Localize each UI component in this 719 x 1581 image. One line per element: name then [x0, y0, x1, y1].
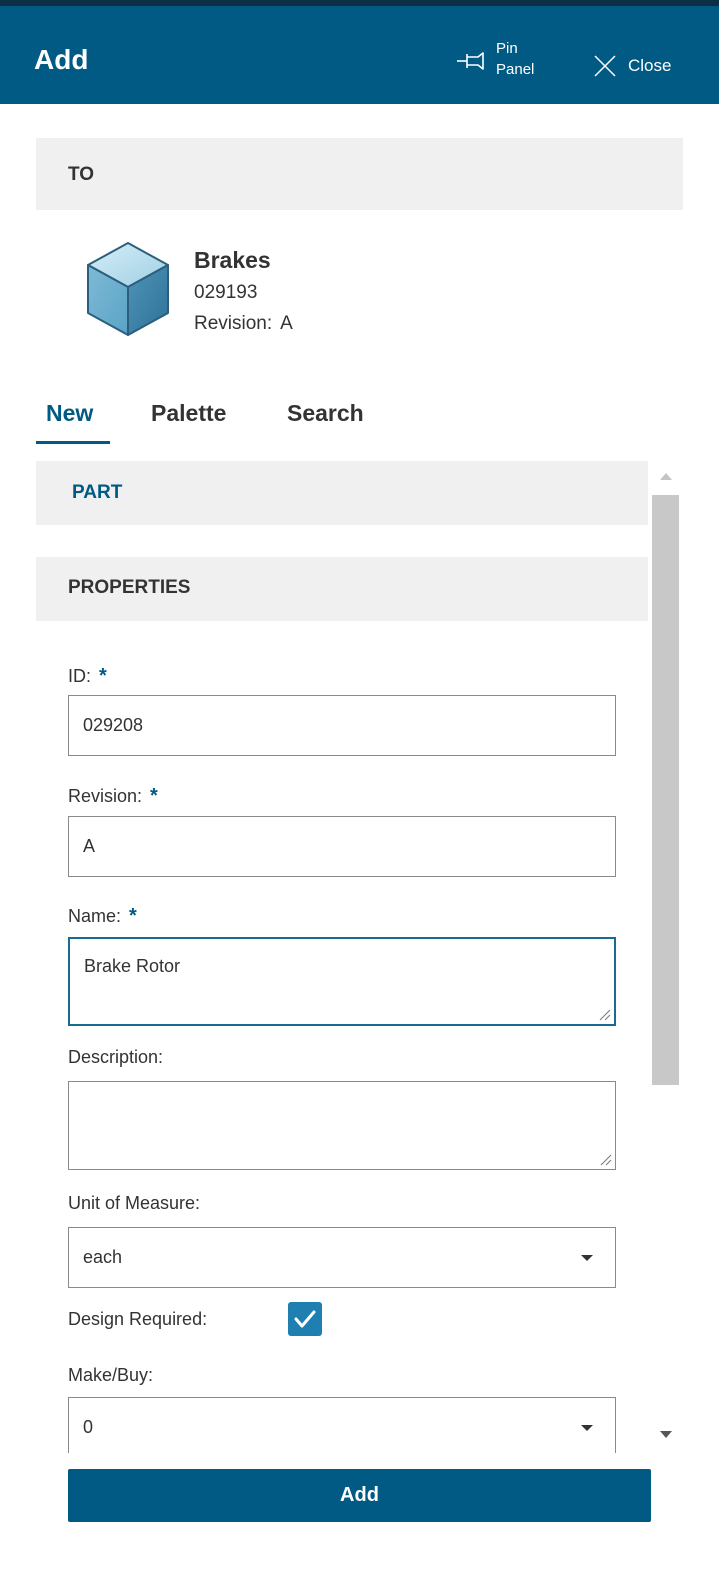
name-label-text: Name:	[68, 906, 122, 926]
make-buy-value: 0	[83, 1417, 94, 1437]
tab-palette[interactable]: Palette	[151, 400, 226, 427]
pin-label-line1: Pin	[496, 40, 518, 57]
close-icon	[594, 55, 616, 77]
cube-icon	[87, 242, 169, 336]
panel-title: Add	[34, 44, 89, 75]
chevron-down-icon	[581, 1425, 593, 1431]
tab-new[interactable]: New	[46, 400, 93, 427]
design-required-label: Design Required:	[68, 1309, 208, 1329]
properties-section-label: PROPERTIES	[68, 577, 191, 598]
revision-input[interactable]: A	[68, 816, 616, 877]
part-section-header[interactable]: PART	[36, 461, 648, 525]
make-buy-select[interactable]: 0	[68, 1397, 616, 1453]
item-name: Brakes	[194, 247, 271, 273]
name-textarea-value: Brake Rotor	[84, 956, 181, 976]
form-scroll-area[interactable]: PART PROPERTIES ID: * 029208 Revision: * A…	[36, 461, 683, 1453]
make-buy-label: Make/Buy:	[68, 1365, 154, 1385]
to-section-header: TO	[36, 138, 683, 210]
id-label: ID: *	[68, 665, 107, 688]
item-revision: Revision: A	[194, 313, 293, 335]
active-tab-indicator	[36, 441, 110, 444]
name-required-marker: *	[129, 905, 137, 927]
unit-of-measure-value: each	[83, 1247, 123, 1267]
scroll-down-arrow-icon[interactable]	[660, 1431, 672, 1438]
to-label: TO	[68, 164, 95, 185]
name-textarea[interactable]: Brake Rotor	[68, 937, 616, 1026]
part-section-label: PART	[72, 482, 123, 503]
scrollbar-thumb[interactable]	[652, 495, 679, 1085]
description-label: Description:	[68, 1047, 164, 1067]
revision-label-text: Revision:	[68, 786, 143, 806]
design-required-checkbox[interactable]	[288, 1302, 322, 1336]
id-required-marker: *	[99, 665, 107, 687]
chevron-down-icon	[581, 1255, 593, 1261]
id-input[interactable]: 029208	[68, 695, 616, 756]
revision-required-marker: *	[150, 785, 158, 807]
close-label: Close	[628, 56, 672, 75]
id-label-text: ID:	[68, 666, 92, 686]
revision-label: Revision: *	[68, 785, 158, 808]
scroll-up-arrow-icon[interactable]	[660, 473, 672, 480]
vertical-scrollbar[interactable]	[650, 461, 682, 1453]
unit-of-measure-select[interactable]: each	[68, 1227, 616, 1288]
add-button[interactable]: Add	[68, 1469, 651, 1522]
pin-panel-label: Pin Panel	[496, 38, 534, 80]
pin-label-line2: Panel	[496, 61, 535, 78]
tab-search[interactable]: Search	[287, 400, 364, 427]
resize-grip-icon[interactable]	[598, 1152, 612, 1166]
pin-icon	[457, 52, 484, 70]
pin-panel-button[interactable]: Pin Panel	[456, 38, 556, 88]
item-revision-value: A	[280, 313, 293, 334]
name-label: Name: *	[68, 905, 137, 928]
panel-header: Add Pin Panel Close	[0, 0, 719, 104]
close-button[interactable]: Close	[590, 50, 700, 82]
unit-of-measure-label: Unit of Measure:	[68, 1193, 201, 1213]
item-revision-label: Revision:	[194, 313, 273, 334]
description-textarea[interactable]	[68, 1081, 616, 1170]
properties-section-header: PROPERTIES	[36, 557, 648, 621]
checkmark-icon	[294, 1310, 316, 1328]
item-number: 029193	[194, 282, 258, 303]
resize-grip-icon[interactable]	[597, 1007, 611, 1021]
